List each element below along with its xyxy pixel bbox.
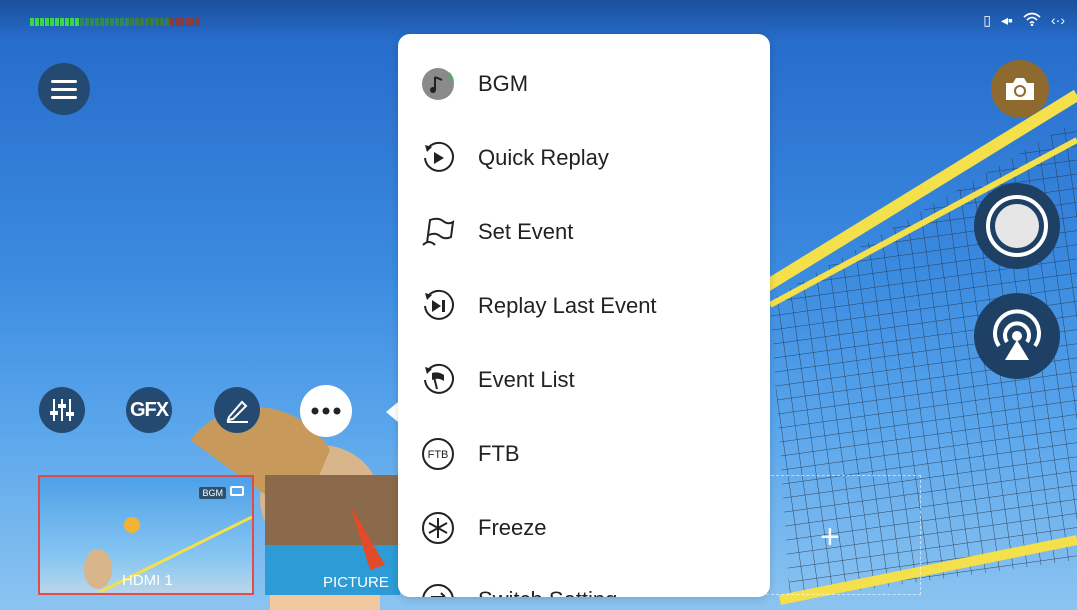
menu-item-label: FTB <box>478 441 520 466</box>
record-icon <box>986 195 1048 257</box>
source-label: PICTURE <box>323 574 389 591</box>
wifi-icon <box>1023 12 1041 29</box>
music-note-icon <box>418 64 458 104</box>
menu-item-label: Switch Setting <box>478 587 617 597</box>
sd-card-icon: ▯ <box>983 12 991 28</box>
add-source-slot[interactable]: + <box>766 475 921 595</box>
main-menu-button[interactable] <box>38 63 90 115</box>
menu-item-switch-settings[interactable]: Switch Setting <box>398 570 770 597</box>
menu-item-set-event[interactable]: Set Event <box>398 202 770 262</box>
event-flag-icon <box>418 360 458 400</box>
ftb-icon: FTB <box>418 434 458 474</box>
record-button[interactable] <box>974 183 1060 269</box>
battery-icon: ◂▪ <box>1001 12 1013 28</box>
bgm-badge: BGM <box>199 487 226 499</box>
replay-play-icon <box>418 138 458 178</box>
menu-item-bgm[interactable]: BGM <box>398 54 770 114</box>
menu-item-label: Freeze <box>478 515 547 540</box>
flag-icon <box>418 212 458 252</box>
source-thumbnail-picture[interactable]: PICTURE <box>265 475 400 595</box>
menu-item-quick-replay[interactable]: Quick Replay <box>398 128 770 188</box>
menu-item-label: Event List <box>478 367 575 392</box>
more-options-menu: BGM Quick Replay Set Event Replay Last E… <box>398 34 770 597</box>
camera-preview: ▯ ◂▪ ‹·› GFX BGM HDMI 1 PICTURE + BGM Qu… <box>0 0 1077 610</box>
menu-item-label: Quick Replay <box>478 145 609 170</box>
camera-icon <box>1006 78 1034 100</box>
source-label: HDMI 1 <box>122 572 173 589</box>
hamburger-icon <box>51 80 77 99</box>
menu-item-freeze[interactable]: Freeze <box>398 498 770 558</box>
network-icon: ‹·› <box>1051 12 1065 28</box>
snapshot-button[interactable] <box>991 60 1049 118</box>
audio-mixer-button[interactable] <box>39 387 85 433</box>
switch-icon <box>418 580 458 597</box>
mixer-icon <box>50 399 74 421</box>
gfx-button[interactable]: GFX <box>126 387 172 433</box>
snowflake-icon <box>418 508 458 548</box>
menu-item-label: Replay Last Event <box>478 293 657 318</box>
gfx-label: GFX <box>129 398 169 421</box>
menu-item-replay-last-event[interactable]: Replay Last Event <box>398 276 770 336</box>
ftb-icon-text: FTB <box>428 449 449 461</box>
menu-item-event-list[interactable]: Event List <box>398 350 770 410</box>
menu-item-label: BGM <box>478 71 529 96</box>
broadcast-icon <box>993 309 1041 360</box>
edit-button[interactable] <box>214 387 260 433</box>
live-stream-button[interactable] <box>974 293 1060 379</box>
plus-icon: + <box>820 518 840 556</box>
audio-level-meter <box>30 18 199 26</box>
more-options-button[interactable] <box>300 385 352 437</box>
popup-pointer <box>386 402 398 422</box>
menu-item-label: Set Event <box>478 219 574 244</box>
source-thumbnail-hdmi1[interactable]: BGM HDMI 1 <box>38 475 254 595</box>
replay-skip-icon <box>418 286 458 326</box>
output-icon <box>230 486 244 496</box>
pencil-icon <box>226 400 248 423</box>
menu-item-ftb[interactable]: FTB FTB <box>398 424 770 484</box>
more-dots-icon <box>311 407 341 415</box>
